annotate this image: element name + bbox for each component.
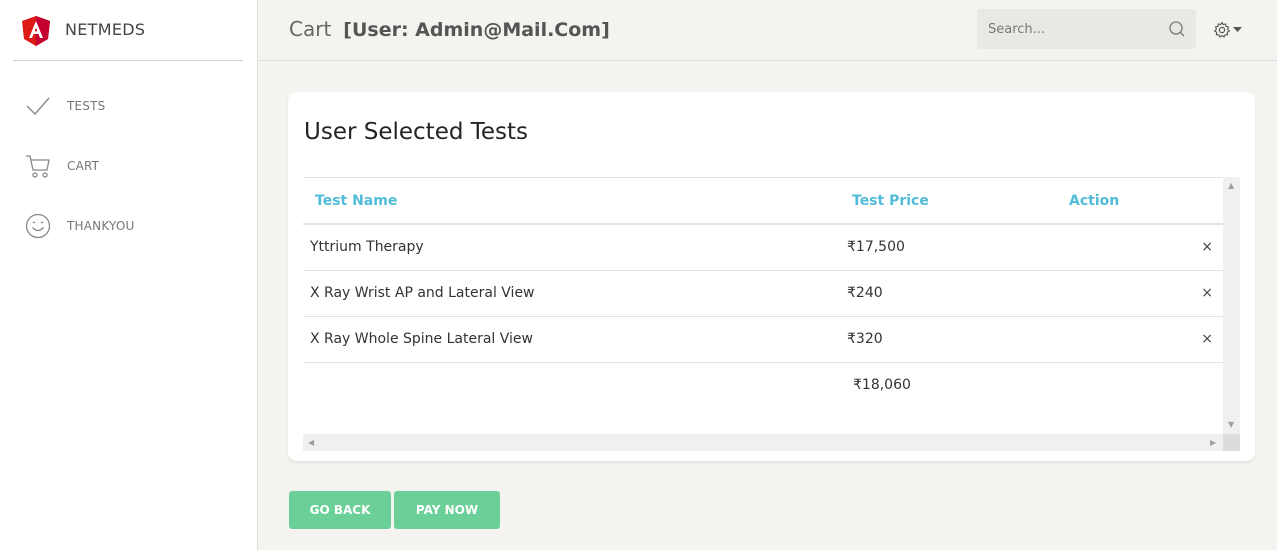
scrollbar-corner <box>1223 434 1240 451</box>
remove-cell: × <box>1057 224 1223 271</box>
gear-icon <box>1213 21 1231 38</box>
total-spacer <box>303 362 840 408</box>
remove-icon[interactable]: × <box>1201 285 1213 301</box>
remove-cell: × <box>1057 270 1223 317</box>
test-price: ₹320 <box>840 316 1057 363</box>
card-title: User Selected Tests <box>304 119 529 145</box>
angular-logo-icon <box>22 16 50 46</box>
smile-icon <box>24 212 52 240</box>
top-navbar: Cart [User: Admin@Mail.Com] <box>258 0 1277 61</box>
cart-icon <box>24 152 52 180</box>
sidebar-item-tests[interactable]: TESTS <box>24 91 244 121</box>
remove-icon[interactable]: × <box>1201 239 1213 255</box>
tests-table: Test Name Test Price Action Yttrium Ther… <box>303 178 1223 408</box>
selected-tests-card: User Selected Tests Test Name Test Price… <box>288 92 1255 461</box>
sidebar-item-label: THANKYOU <box>67 219 135 233</box>
caret-down-icon <box>1233 27 1242 32</box>
test-name: X Ray Wrist AP and Lateral View <box>303 270 840 317</box>
column-header-test-price: Test Price <box>840 178 1057 225</box>
remove-cell: × <box>1057 316 1223 363</box>
sidebar-item-cart[interactable]: CART <box>24 151 244 181</box>
search-icon[interactable] <box>1168 20 1186 38</box>
settings-dropdown[interactable] <box>1213 19 1243 41</box>
table-row: X Ray Wrist AP and Lateral View ₹240 × <box>303 270 1223 317</box>
sidebar: NETMEDS TESTS CART THANKYOU <box>0 0 258 550</box>
sidebar-item-label: CART <box>67 159 100 173</box>
table-scroll-area: Test Name Test Price Action Yttrium Ther… <box>303 177 1223 434</box>
total-action-spacer <box>1057 362 1223 408</box>
scroll-up-arrow-icon[interactable]: ▲ <box>1228 182 1234 190</box>
scroll-down-arrow-icon[interactable]: ▼ <box>1228 421 1234 429</box>
logo[interactable]: NETMEDS <box>13 0 243 61</box>
column-header-action: Action <box>1057 178 1223 225</box>
pay-now-button[interactable]: PAY NOW <box>394 491 500 529</box>
sidebar-item-thankyou[interactable]: THANKYOU <box>24 211 244 241</box>
check-icon <box>24 92 52 120</box>
vertical-scrollbar[interactable]: ▲ ▼ <box>1223 177 1240 434</box>
test-name: X Ray Whole Spine Lateral View <box>303 316 840 363</box>
total-row: ₹18,060 <box>303 362 1223 408</box>
app-name: NETMEDS <box>65 20 146 39</box>
go-back-button[interactable]: GO BACK <box>289 491 391 529</box>
page-title: Cart [User: Admin@Mail.Com] <box>289 17 610 41</box>
table-header-row: Test Name Test Price Action <box>303 178 1223 225</box>
table-row: Yttrium Therapy ₹17,500 × <box>303 224 1223 271</box>
search-box <box>977 9 1196 49</box>
test-price: ₹240 <box>840 270 1057 317</box>
search-input[interactable] <box>977 9 1157 49</box>
horizontal-scrollbar[interactable]: ◀ ▶ <box>303 434 1223 451</box>
table-row: X Ray Whole Spine Lateral View ₹320 × <box>303 316 1223 363</box>
sidebar-item-label: TESTS <box>67 99 106 113</box>
scroll-left-arrow-icon[interactable]: ◀ <box>308 439 314 447</box>
total-price: ₹18,060 <box>853 377 911 394</box>
column-header-test-name: Test Name <box>303 178 840 225</box>
remove-icon[interactable]: × <box>1201 331 1213 347</box>
test-name: Yttrium Therapy <box>303 224 840 271</box>
page-title-text: Cart <box>289 17 332 41</box>
test-price: ₹17,500 <box>840 224 1057 271</box>
table-container: Test Name Test Price Action Yttrium Ther… <box>303 177 1240 451</box>
scroll-right-arrow-icon[interactable]: ▶ <box>1210 439 1216 447</box>
current-user: [User: Admin@Mail.Com] <box>343 19 610 41</box>
